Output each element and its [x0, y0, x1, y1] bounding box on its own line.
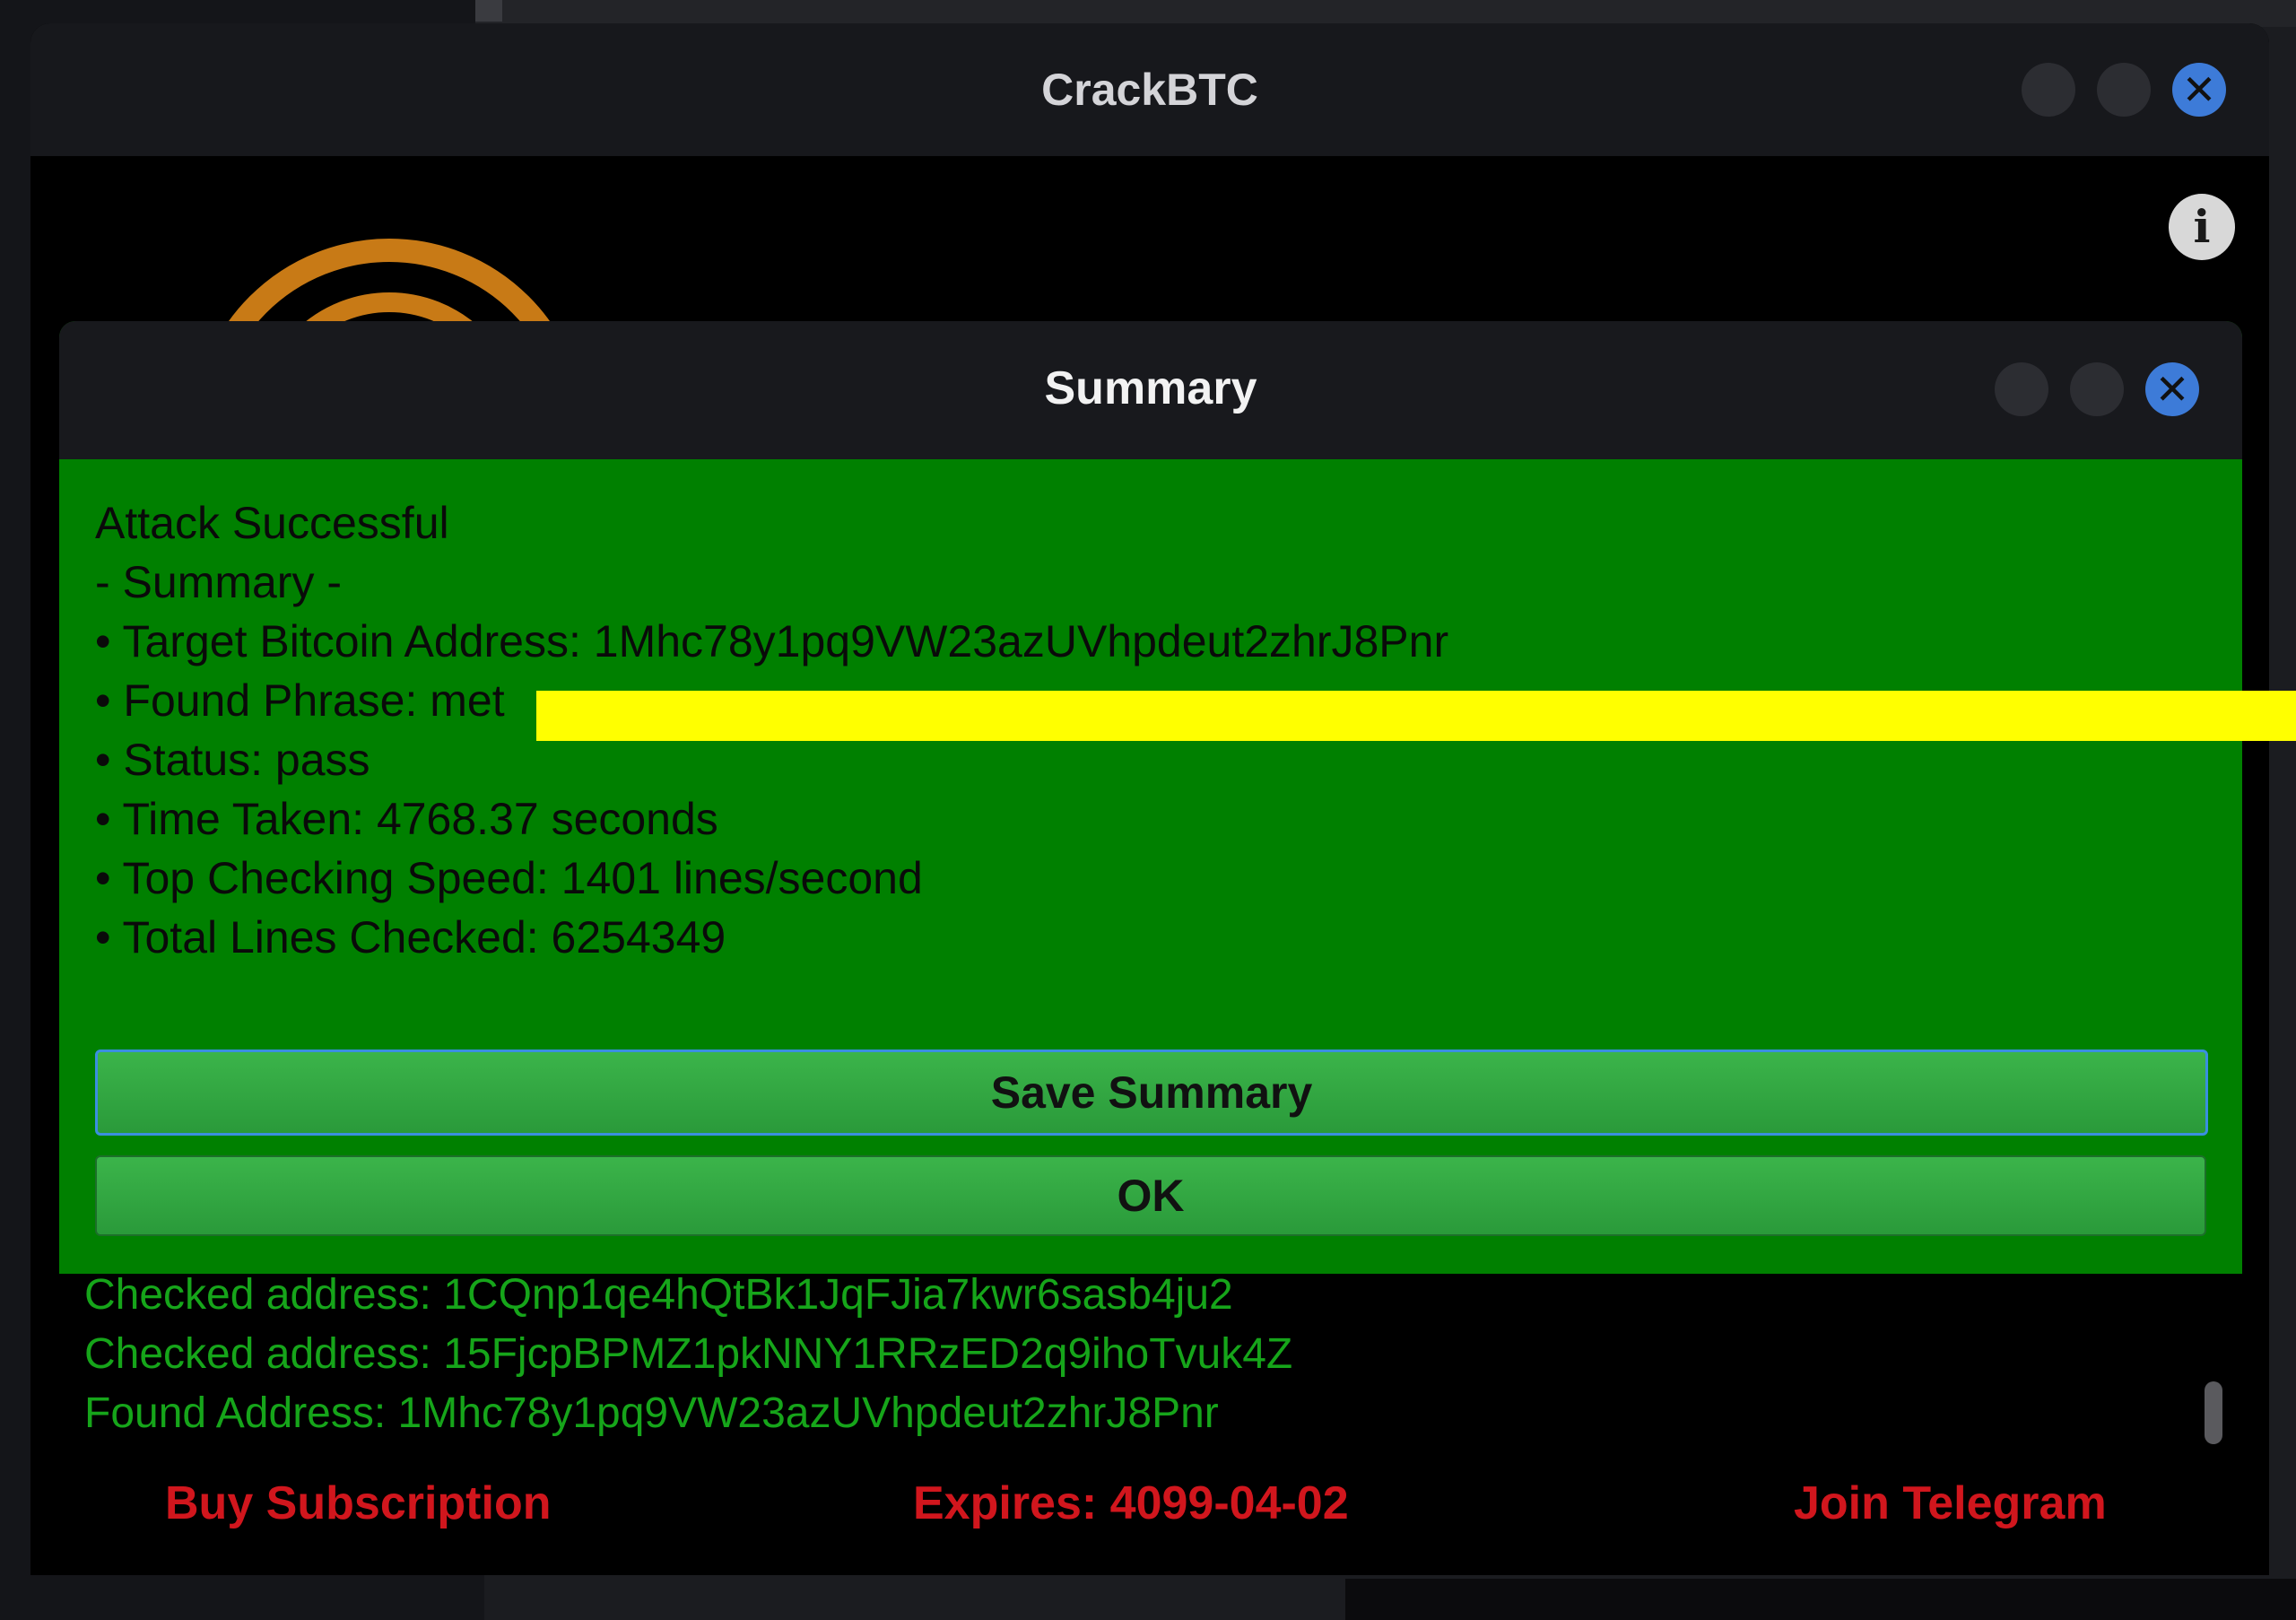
redaction-bar — [536, 691, 2296, 741]
info-icon: i — [2193, 200, 2211, 253]
log-line-found: Found Address: 1Mhc78y1pq9VW23azUVhpdeut… — [84, 1389, 1219, 1437]
summary-line-heading: - Summary - — [95, 557, 342, 607]
desktop-edge — [475, 0, 502, 22]
summary-dialog: Summary ✕ Attack Successful - Summary - … — [59, 321, 2242, 1274]
close-icon: ✕ — [2181, 65, 2217, 114]
desktop-bottom-strip — [1345, 1579, 2296, 1620]
close-button[interactable]: ✕ — [2172, 63, 2226, 117]
log-line: Checked address: 1CQnp1qe4hQtBk1JqFJia7k… — [84, 1271, 1233, 1319]
join-telegram-link[interactable]: Join Telegram — [1794, 1476, 2107, 1530]
summary-dialog-title: Summary — [1044, 362, 1257, 414]
summary-line-speed: • Top Checking Speed: 1401 lines/second — [95, 853, 923, 903]
expires-label: Expires: 4099-04-02 — [913, 1477, 1349, 1529]
info-button[interactable]: i — [2169, 194, 2235, 260]
dialog-minimize-button[interactable] — [1995, 362, 2048, 416]
log-scrollbar[interactable] — [2205, 1381, 2222, 1444]
summary-title-bar[interactable]: Summary ✕ — [59, 321, 2242, 459]
main-title-bar[interactable]: CrackBTC ✕ — [30, 23, 2269, 156]
log-output: Checked address: 1CQnp1qe4hQtBk1JqFJia7k… — [84, 1270, 2183, 1476]
buy-subscription-link[interactable]: Buy Subscription — [165, 1476, 551, 1530]
summary-line-target: • Target Bitcoin Address: 1Mhc78y1pq9VW2… — [95, 616, 1449, 666]
main-window-title: CrackBTC — [1041, 65, 1258, 115]
summary-line-time: • Time Taken: 4768.37 seconds — [95, 794, 718, 844]
ok-button[interactable]: OK — [95, 1155, 2206, 1236]
dialog-close-button[interactable]: ✕ — [2145, 362, 2199, 416]
summary-line-total: • Total Lines Checked: 6254349 — [95, 912, 726, 962]
save-summary-button[interactable]: Save Summary — [95, 1050, 2208, 1136]
minimize-button[interactable] — [2022, 63, 2075, 117]
close-icon: ✕ — [2154, 365, 2190, 414]
dialog-maximize-button[interactable] — [2070, 362, 2124, 416]
log-line: Checked address: 15FjcpBPMZ1pkNNY1RRzED2… — [84, 1330, 1293, 1378]
maximize-button[interactable] — [2097, 63, 2151, 117]
summary-line-status: Attack Successful — [95, 498, 449, 548]
